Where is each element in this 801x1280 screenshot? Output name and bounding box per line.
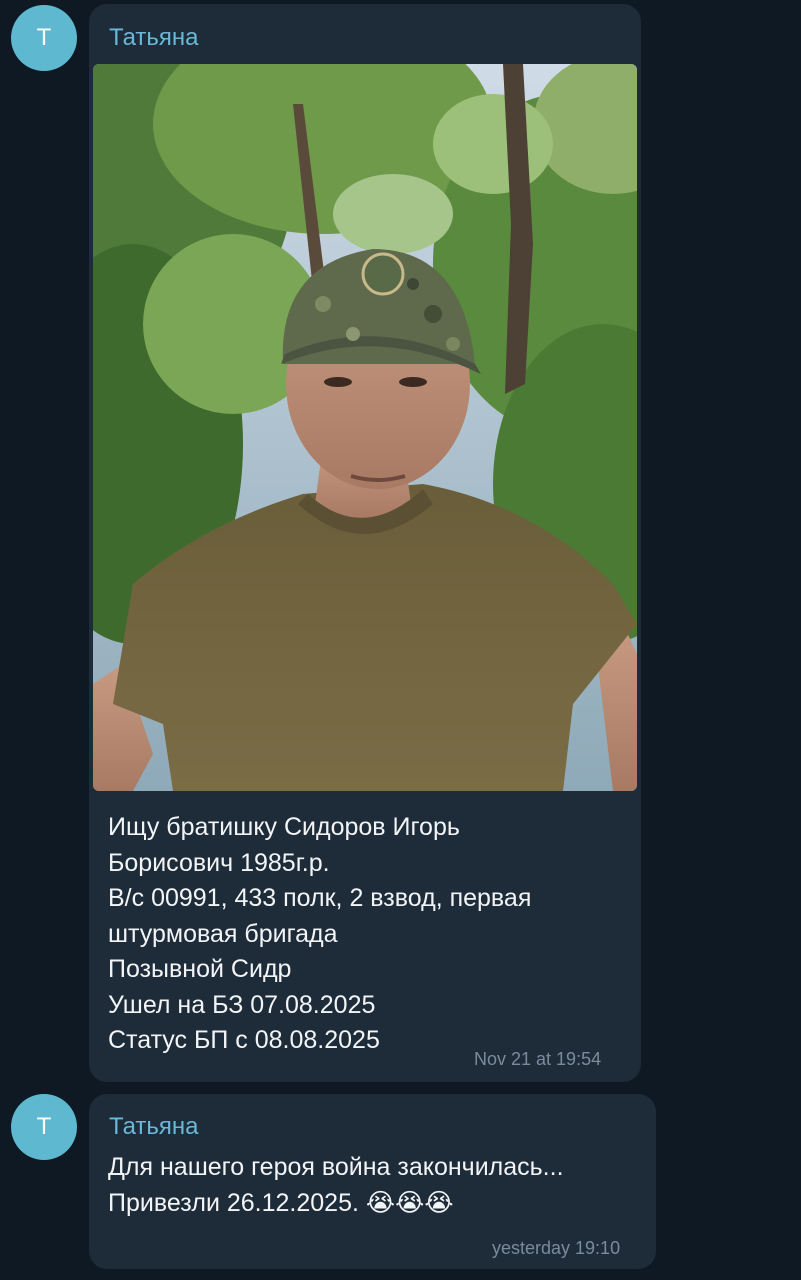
message-line-text: Привезли 26.12.2025.	[108, 1188, 366, 1217]
avatar-letter: Т	[37, 25, 51, 51]
avatar[interactable]: Т	[11, 5, 77, 71]
avatar[interactable]: Т	[11, 1094, 77, 1160]
chat-view: Т Татьяна Ищу братишку Сидоров Игорь Бор…	[0, 0, 801, 1280]
crying-emoji-icon: 😭😭😭	[365, 1188, 454, 1217]
sender-name[interactable]: Татьяна	[109, 1113, 199, 1141]
message-text: Для нашего героя война закончилась... Пр…	[108, 1150, 648, 1221]
photo-attachment[interactable]	[93, 64, 637, 791]
message-timestamp: Nov 21 at 19:54	[474, 1049, 602, 1069]
message-line: Для нашего героя война закончилась...	[108, 1153, 564, 1181]
sender-name[interactable]: Татьяна	[109, 24, 199, 52]
message-line: Привезли 26.12.2025. 😭😭😭	[108, 1186, 648, 1222]
avatar-letter: Т	[37, 1114, 51, 1140]
message-timestamp: yesterday 19:10	[492, 1238, 621, 1258]
photo-image	[93, 64, 637, 791]
message-text: Ищу братишку Сидоров Игорь Борисович 198…	[108, 813, 532, 1054]
